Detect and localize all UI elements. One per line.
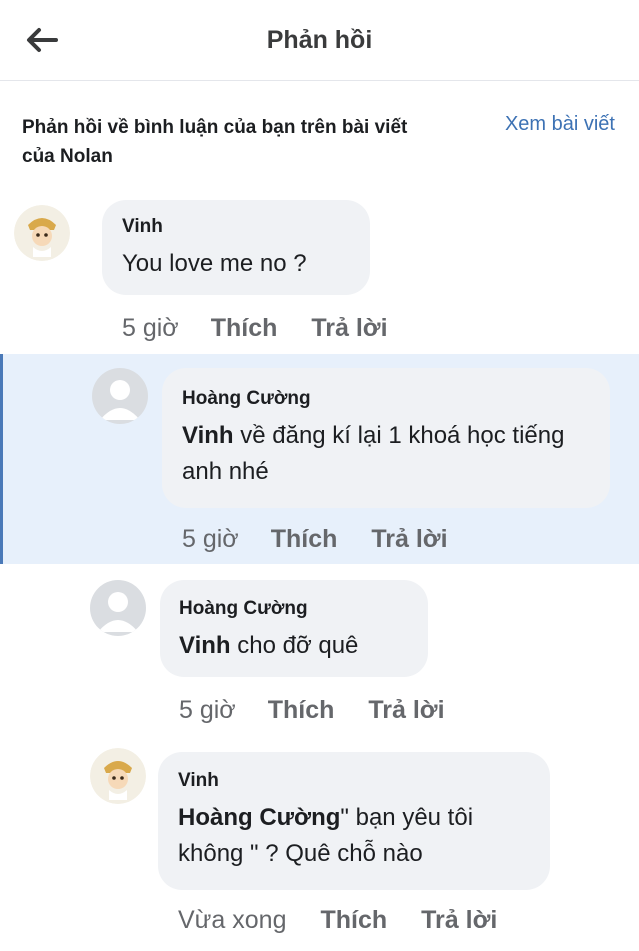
comment-author[interactable]: Hoàng Cường: [182, 388, 311, 410]
comment-actions: 5 giờ Thích Trả lời: [182, 525, 448, 554]
default-avatar-icon: [98, 592, 138, 632]
like-button[interactable]: Thích: [211, 314, 278, 343]
reply-button[interactable]: Trả lời: [371, 525, 447, 554]
mention[interactable]: Vinh: [179, 632, 231, 659]
mention[interactable]: Hoàng Cường: [178, 804, 340, 831]
default-avatar-icon: [100, 380, 140, 420]
comment-text: Vinh về đăng kí lại 1 khoá học tiếng anh…: [182, 418, 592, 490]
comment-actions: 5 giờ Thích Trả lời: [122, 314, 388, 343]
like-button[interactable]: Thích: [271, 525, 338, 554]
view-post-link[interactable]: Xem bài viết: [505, 113, 615, 136]
avatar-image: [14, 205, 70, 261]
reply-button[interactable]: Trả lời: [368, 696, 444, 725]
page-title: Phản hồi: [266, 26, 373, 54]
comment-text: Vinh cho đỡ quê: [179, 628, 419, 664]
comment-actions: 5 giờ Thích Trả lời: [179, 696, 445, 725]
comment-time: Vừa xong: [178, 906, 287, 934]
comment-text: Hoàng Cường" bạn yêu tôi không " ? Quê c…: [178, 800, 538, 872]
comment-author[interactable]: Hoàng Cường: [179, 598, 308, 620]
comment-body: về đăng kí lại 1 khoá học tiếng anh nhé: [182, 422, 565, 485]
top-bar: Phản hồi: [0, 0, 639, 81]
avatar-hoang-cuong[interactable]: [90, 580, 146, 636]
avatar-image: [90, 748, 146, 804]
reply-button[interactable]: Trả lời: [421, 906, 497, 935]
context-description: Phản hồi về bình luận của bạn trên bài v…: [22, 117, 408, 167]
highlight-indicator: [0, 354, 3, 564]
avatar-vinh[interactable]: [90, 748, 146, 804]
comment-time: 5 giờ: [182, 525, 239, 553]
mention[interactable]: Vinh: [182, 422, 234, 449]
comment-author[interactable]: Vinh: [122, 216, 163, 238]
like-button[interactable]: Thích: [268, 696, 335, 725]
comment-time: 5 giờ: [122, 314, 179, 342]
comment-author[interactable]: Vinh: [178, 770, 219, 792]
reply-button[interactable]: Trả lời: [311, 314, 387, 343]
comment-body: cho đỡ quê: [237, 632, 359, 659]
comment-actions: Vừa xong Thích Trả lời: [178, 906, 497, 935]
avatar-hoang-cuong[interactable]: [92, 368, 148, 424]
comment-time: 5 giờ: [179, 696, 236, 724]
comment-text: You love me no ?: [122, 250, 307, 277]
like-button[interactable]: Thích: [320, 906, 387, 935]
avatar-vinh[interactable]: [14, 205, 70, 261]
